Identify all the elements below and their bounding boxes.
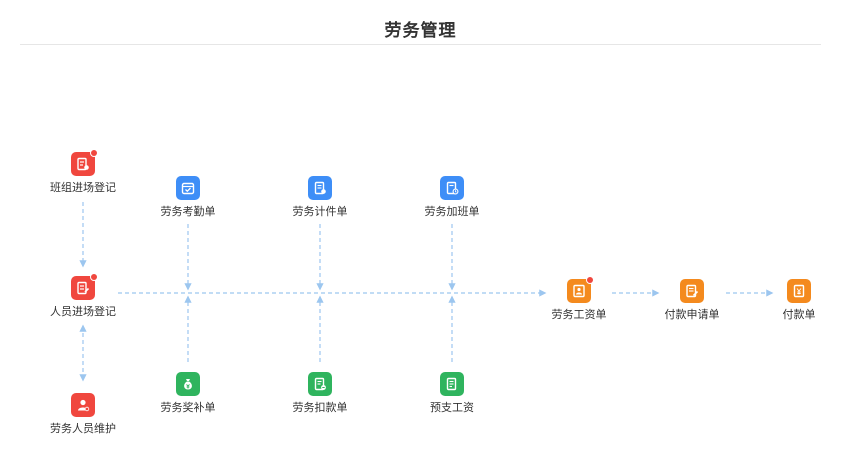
person-entry-icon — [71, 273, 98, 300]
node-team-entry[interactable]: 班组进场登记 — [33, 149, 133, 195]
node-person-maintain[interactable]: 劳务人员维护 — [33, 393, 133, 436]
person-maintain-icon — [71, 393, 95, 417]
node-payment[interactable]: 付款单 — [749, 279, 841, 322]
node-payment-request[interactable]: 付款申请单 — [642, 279, 742, 322]
money-bag-icon — [176, 372, 200, 396]
clock-document-icon — [440, 176, 464, 200]
node-overtime[interactable]: 劳务加班单 — [402, 176, 502, 219]
node-payment-label: 付款单 — [782, 308, 816, 321]
node-bonus-label: 劳务奖补单 — [160, 401, 216, 414]
node-piecework[interactable]: 劳务计件单 — [270, 176, 370, 219]
node-attendance[interactable]: 劳务考勤单 — [138, 176, 238, 219]
node-advance-label: 预支工资 — [430, 401, 474, 414]
team-entry-icon — [71, 149, 98, 176]
node-advance[interactable]: 预支工资 — [402, 372, 502, 415]
document-list-icon — [308, 176, 332, 200]
node-piecework-label: 劳务计件单 — [292, 205, 348, 218]
payroll-icon — [567, 276, 594, 303]
node-payroll-label: 劳务工资单 — [551, 308, 607, 321]
advance-document-icon — [440, 372, 464, 396]
node-deduction[interactable]: 劳务扣款单 — [270, 372, 370, 415]
payment-request-icon — [680, 279, 704, 303]
calendar-check-icon — [176, 176, 200, 200]
node-payment-request-label: 付款申请单 — [664, 308, 720, 321]
node-person-entry-label: 人员进场登记 — [50, 305, 116, 318]
node-person-entry[interactable]: 人员进场登记 — [33, 273, 133, 319]
node-overtime-label: 劳务加班单 — [424, 205, 480, 218]
node-payroll[interactable]: 劳务工资单 — [529, 276, 629, 322]
payment-icon — [787, 279, 811, 303]
node-bonus[interactable]: 劳务奖补单 — [138, 372, 238, 415]
deduction-icon — [308, 372, 332, 396]
node-team-entry-label: 班组进场登记 — [50, 181, 116, 194]
node-person-maintain-label: 劳务人员维护 — [50, 422, 116, 435]
node-attendance-label: 劳务考勤单 — [160, 205, 216, 218]
node-deduction-label: 劳务扣款单 — [292, 401, 348, 414]
